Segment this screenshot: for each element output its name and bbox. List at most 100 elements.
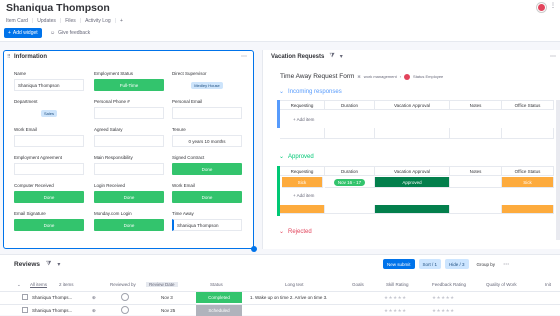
add-update-icon[interactable]: ⊕ [92, 308, 96, 314]
tab-files[interactable]: Files [63, 18, 78, 24]
col-header[interactable]: Vacation Approval [375, 167, 450, 175]
col-header[interactable]: Office Status [502, 101, 554, 109]
col-header[interactable]: Quality of Work [486, 282, 517, 287]
more-options-icon[interactable]: ⋮ [550, 2, 556, 9]
filter-icon[interactable]: ⧩ [329, 53, 334, 60]
status-cell[interactable]: Done [172, 191, 242, 203]
col-header[interactable]: Status [210, 282, 223, 287]
group-by-button[interactable]: Group by [473, 259, 500, 269]
row-checkbox[interactable] [22, 307, 28, 313]
board-breadcrumb[interactable]: work management [364, 74, 397, 79]
status-cell[interactable]: Done [172, 163, 242, 175]
field-value[interactable]: Medley House [172, 79, 242, 91]
table-row[interactable]: Shaniqua Thomps... ⊕ Nov 3 Completed 1. Wake… [0, 291, 560, 303]
table-cell[interactable]: Nov 16 - 17 [325, 177, 375, 188]
person-avatar-icon[interactable] [121, 293, 129, 301]
chevron-down-icon[interactable]: ⌄ [279, 88, 284, 95]
widget-menu-icon[interactable]: ⋯ [503, 261, 509, 268]
group-title[interactable]: ⌄ Incoming responses [279, 88, 342, 96]
group-title[interactable]: ⌄ Approved [279, 153, 314, 161]
chevron-down-icon[interactable]: ⌄ [279, 228, 284, 235]
collapse-icon[interactable]: ⌄ [17, 282, 21, 288]
person-avatar-icon[interactable] [121, 306, 129, 314]
rating-stars[interactable]: ★★★★★ [384, 295, 407, 301]
add-tab-icon[interactable]: + [118, 18, 125, 24]
chevron-down-icon[interactable]: ⌄ [279, 153, 284, 160]
col-header[interactable]: Duration [325, 167, 375, 175]
avatar[interactable] [537, 3, 546, 12]
board-breadcrumb[interactable]: Status Employee [413, 74, 443, 79]
field-value[interactable] [14, 135, 84, 147]
row-checkbox[interactable] [22, 294, 28, 300]
chevron-down-icon[interactable]: ▾ [340, 53, 343, 60]
col-header[interactable]: Reviewed by [110, 282, 136, 287]
field-value[interactable] [94, 163, 164, 175]
tab-item-card[interactable]: Item Card [4, 18, 30, 24]
field-value[interactable]: Shaniqua Thompson [172, 219, 242, 231]
rating-stars[interactable]: ★★★★★ [432, 308, 455, 314]
tab-separator: | [31, 18, 34, 24]
item-name[interactable]: Shaniqua Thomps... [32, 308, 72, 313]
widget-menu-icon[interactable]: ⋯ [550, 53, 556, 60]
table-cell[interactable] [450, 177, 502, 188]
status-badge[interactable]: Completed [196, 292, 242, 303]
add-item-row[interactable]: + Add item [293, 117, 314, 122]
board-title[interactable]: Time Away Request Form [280, 73, 354, 80]
col-header[interactable]: Skill Rating [386, 282, 409, 287]
resize-handle[interactable] [251, 246, 257, 252]
field-value[interactable] [94, 135, 164, 147]
add-update-icon[interactable]: ⊕ [92, 295, 96, 301]
new-item-button[interactable]: New submit [383, 259, 415, 269]
tab-updates[interactable]: Updates [35, 18, 58, 24]
col-header[interactable]: Office Status [502, 167, 554, 175]
group-title[interactable]: ⌄ Rejected [279, 228, 312, 236]
col-header[interactable]: Notes [450, 101, 502, 109]
status-cell[interactable]: Done [14, 191, 84, 203]
status-cell[interactable]: Done [94, 219, 164, 231]
rating-stars[interactable]: ★★★★★ [384, 308, 407, 314]
col-header[interactable]: Notes [450, 167, 502, 175]
table-cell[interactable]: Sick [502, 177, 554, 188]
add-widget-button[interactable]: + Add widget [4, 28, 42, 38]
scrollbar[interactable] [556, 100, 560, 240]
table-cell [502, 128, 554, 139]
review-date[interactable]: Nov 25 [161, 308, 175, 313]
status-cell[interactable]: Done [14, 219, 84, 231]
hide-button[interactable]: Hide / 3 [445, 259, 469, 269]
field-value[interactable] [94, 107, 164, 119]
filter-icon[interactable]: ⧩ [46, 261, 51, 268]
group-label[interactable]: All items [30, 282, 47, 287]
table-row[interactable]: Sick Nov 16 - 17 Approved Sick [280, 177, 554, 188]
field-value[interactable] [14, 163, 84, 175]
col-header[interactable]: Duration [325, 101, 375, 109]
sort-button[interactable]: Sort / 1 [418, 259, 442, 269]
col-header[interactable]: Review Date [146, 282, 178, 287]
long-text-cell[interactable]: 1. Wake up on time 2. Arrive on time 3. [250, 295, 327, 300]
status-badge[interactable]: Scheduled [196, 305, 242, 316]
chevron-down-icon[interactable]: ▾ [57, 261, 60, 268]
status-cell[interactable]: Full-Time [94, 79, 164, 91]
col-header[interactable]: Requesting [280, 101, 325, 109]
give-feedback-button[interactable]: ☺ Give feedback [50, 28, 90, 38]
review-date[interactable]: Nov 3 [161, 295, 173, 300]
tab-activity-log[interactable]: Activity Log [83, 18, 113, 24]
col-header[interactable]: Init [545, 282, 551, 287]
col-header[interactable]: Goals [352, 282, 364, 287]
col-header[interactable]: Long text [285, 282, 304, 287]
rating-stars[interactable]: ★★★★★ [432, 295, 455, 301]
field-value[interactable] [172, 107, 242, 119]
col-header[interactable]: Vacation Approval [375, 101, 450, 109]
table-row[interactable]: Shaniqua Thomps... ⊕ Nov 25 Scheduled ★★★★★ ★… [0, 304, 560, 316]
item-name[interactable]: Shaniqua Thomps... [32, 295, 72, 300]
field-value[interactable]: Sales [14, 107, 84, 119]
table-cell[interactable]: Sick [282, 177, 323, 188]
field-value[interactable]: Shaniqua Thompson [14, 79, 84, 91]
col-header[interactable]: Requesting [280, 167, 325, 175]
status-cell[interactable]: Done [94, 191, 164, 203]
add-item-row[interactable]: + Add item [293, 193, 314, 198]
drag-handle-icon[interactable]: ⠿ [7, 54, 11, 60]
widget-menu-icon[interactable]: ⋯ [241, 53, 247, 60]
field-value[interactable]: 0 years 10 months [172, 135, 242, 147]
table-cell[interactable]: Approved [375, 177, 450, 188]
col-header[interactable]: Feedback Rating [432, 282, 466, 287]
